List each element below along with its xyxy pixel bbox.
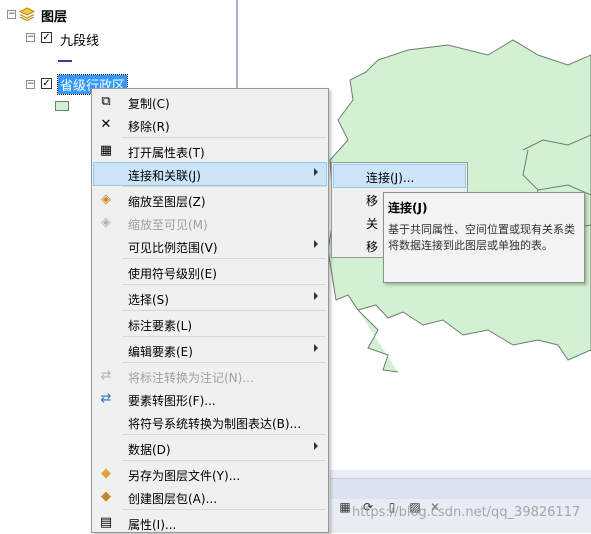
watermark: https://blog.csdn.net/qq_39826117 [352, 505, 581, 520]
submenu-item-join[interactable]: 连接(J)... [333, 164, 466, 188]
convert-labels-icon: ⇄ [100, 368, 112, 383]
layer-label-jiuduanxian[interactable]: 九段线 [60, 30, 99, 49]
properties-icon: ▤ [99, 515, 113, 530]
remove-icon: ✕ [100, 117, 112, 132]
menu-item-selection[interactable]: 选择(S) [94, 287, 326, 309]
copy-icon: ⧉ [101, 94, 111, 109]
menu-item-convert-labels[interactable]: ⇄ 将标注转换为注记(N)... [94, 365, 326, 387]
menu-item-features-to-graphics[interactable]: ⇄ 要素转图形(F)... [94, 388, 326, 410]
features-to-graphics-icon: ⇄ [100, 391, 112, 406]
menu-item-convert-symbology[interactable]: 将符号系统转换为制图表达(B)... [94, 411, 326, 433]
tooltip-title: 连接(J) [388, 201, 428, 215]
layers-root-icon [18, 7, 36, 22]
layers-collapse-toggle[interactable]: − [7, 10, 16, 19]
menu-item-save-as-layer-file[interactable]: ◆ 另存为图层文件(Y)... [94, 463, 326, 485]
zoom-to-visible-icon: ◈ [101, 215, 111, 230]
layer-collapse-toggle[interactable]: − [26, 33, 35, 42]
layer-package-icon: ◆ [101, 489, 111, 504]
select-features-icon[interactable]: ▦ [338, 500, 352, 514]
save-layer-icon: ◆ [101, 466, 111, 481]
menu-item-properties[interactable]: ▤ 属性(I)... [94, 512, 326, 534]
submenu-arrow-icon [314, 344, 318, 352]
layer-context-menu: ⧉ 复制(C) ✕ 移除(R) ▦ 打开属性表(T) 连接和关联(J) ◈ 缩放… [91, 88, 329, 533]
table-icon: ▦ [99, 143, 113, 158]
layers-root-label[interactable]: 图层 [41, 6, 67, 25]
menu-item-copy[interactable]: ⧉ 复制(C) [94, 91, 326, 113]
join-tooltip: 连接(J) 基于共同属性、空间位置或现有关系类将数据连接到此图层或单独的表。 [383, 192, 585, 283]
layer-visibility-checkbox[interactable]: ✓ [41, 32, 52, 43]
submenu-arrow-icon [314, 240, 318, 248]
submenu-arrow-icon [314, 292, 318, 300]
submenu-arrow-icon [314, 168, 318, 176]
menu-item-open-attribute-table[interactable]: ▦ 打开属性表(T) [94, 140, 326, 162]
submenu-arrow-icon [314, 442, 318, 450]
menu-item-use-symbol-levels[interactable]: 使用符号级别(E) [94, 261, 326, 283]
line-symbol-swatch [58, 60, 72, 62]
menu-item-edit-features[interactable]: 编辑要素(E) [94, 339, 326, 361]
layer-visibility-checkbox[interactable]: ✓ [41, 78, 52, 89]
menu-item-joins-relates[interactable]: 连接和关联(J) [93, 162, 327, 186]
menu-item-data[interactable]: 数据(D) [94, 437, 326, 459]
menu-item-visible-scale-range[interactable]: 可见比例范围(V) [94, 235, 326, 257]
menu-item-create-layer-package[interactable]: ◆ 创建图层包(A)... [94, 486, 326, 508]
zoom-to-layer-icon: ◈ [101, 192, 111, 207]
polygon-symbol-swatch [55, 101, 69, 111]
menu-item-label-features[interactable]: 标注要素(L) [94, 313, 326, 335]
menu-item-zoom-to-layer[interactable]: ◈ 缩放至图层(Z) [94, 189, 326, 211]
tooltip-body: 基于共同属性、空间位置或现有关系类将数据连接到此图层或单独的表。 [388, 223, 575, 252]
menu-item-remove[interactable]: ✕ 移除(R) [94, 114, 326, 136]
layer-collapse-toggle[interactable]: − [26, 80, 35, 89]
menu-item-zoom-to-visible[interactable]: ◈ 缩放至可见(M) [94, 212, 326, 234]
